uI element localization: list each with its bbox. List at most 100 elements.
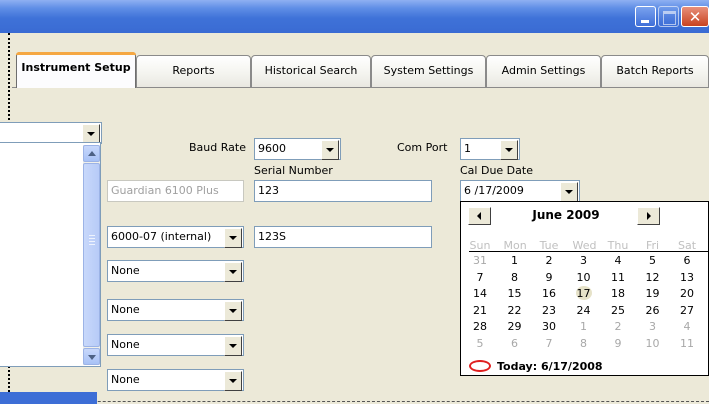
calendar-day[interactable]: 3	[573, 253, 595, 268]
scroll-down-icon[interactable]	[83, 348, 100, 365]
next-month-icon[interactable]	[637, 207, 660, 225]
calendar-day[interactable]: 11	[607, 270, 629, 285]
cal-due-date-value: 6 /17/2009	[464, 184, 524, 197]
calendar-day[interactable]: 9	[538, 270, 560, 285]
calendar-day[interactable]: 6	[676, 253, 698, 268]
calendar-day[interactable]: 4	[607, 253, 629, 268]
cal-due-date-picker[interactable]: 6 /17/2009	[460, 180, 580, 202]
chevron-down-icon[interactable]	[321, 140, 339, 160]
calendar-day[interactable]: 1	[504, 253, 526, 268]
sensor-type-select[interactable]: 6000-07 (internal)	[107, 226, 244, 248]
tab-reports[interactable]: Reports	[136, 55, 251, 87]
serial-number-label: Serial Number	[254, 164, 333, 177]
calendar-day[interactable]: 13	[676, 270, 698, 285]
calendar-day[interactable]: 27	[676, 303, 698, 318]
calendar-day[interactable]: 11	[676, 336, 698, 351]
tab-instrument-setup[interactable]: Instrument Setup	[16, 52, 136, 88]
today-label: Today: 6/17/2008	[497, 360, 603, 373]
prev-month-icon[interactable]	[468, 207, 491, 225]
calendar-day[interactable]: 2	[607, 319, 629, 334]
option-select-1[interactable]: None	[107, 260, 244, 282]
chevron-down-icon[interactable]	[224, 301, 242, 321]
calendar-day-grid: 31 1 2 3 4 5 6 7 8 9 10 11 12 13 14 15 16 17 18 19 20 21 22 23 2…	[469, 253, 709, 353]
calendar-day[interactable]: 12	[642, 270, 664, 285]
calendar-day[interactable]: 8	[573, 336, 595, 351]
option-select-3[interactable]: None	[107, 334, 244, 356]
weekday-label: Sun	[469, 239, 491, 252]
calendar-day[interactable]: 21	[469, 303, 491, 318]
calendar-day[interactable]: 3	[642, 319, 664, 334]
calendar-weekday-header: Sun Mon Tue Wed Thu Fri Sat	[469, 239, 709, 252]
baud-rate-value: 9600	[258, 142, 286, 155]
calendar-day[interactable]: 30	[538, 319, 560, 334]
chevron-down-icon[interactable]	[224, 262, 242, 282]
chevron-down-icon[interactable]	[224, 371, 242, 391]
option-select-2[interactable]: None	[107, 299, 244, 321]
calendar-day[interactable]: 16	[538, 286, 560, 301]
weekday-label: Mon	[503, 239, 527, 252]
calendar-day[interactable]: 7	[538, 336, 560, 351]
calendar-day[interactable]: 19	[642, 286, 664, 301]
selection-border-bottom	[8, 401, 709, 402]
calendar-day[interactable]: 7	[469, 270, 491, 285]
weekday-label: Thu	[607, 239, 629, 252]
calendar-popup[interactable]: June 2009 Sun Mon Tue Wed Thu Fri Sat 31 1 2 3 4 5 6…	[460, 201, 709, 376]
calendar-day[interactable]: 5	[642, 253, 664, 268]
maximize-icon[interactable]	[658, 6, 679, 27]
chevron-down-icon[interactable]	[224, 228, 242, 248]
tab-system-settings[interactable]: System Settings	[371, 55, 486, 87]
chevron-down-icon[interactable]	[500, 140, 518, 160]
sensor-serial-field[interactable]: 123S	[254, 226, 432, 248]
com-port-value: 1	[464, 142, 471, 155]
calendar-day[interactable]: 29	[504, 319, 526, 334]
calendar-day[interactable]: 6	[504, 336, 526, 351]
today-link[interactable]: Today: 6/17/2008	[469, 359, 699, 375]
calendar-day[interactable]: 10	[642, 336, 664, 351]
tab-batch-reports[interactable]: Batch Reports	[601, 55, 709, 87]
calendar-day[interactable]: 26	[642, 303, 664, 318]
calendar-day[interactable]: 4	[676, 319, 698, 334]
calendar-day[interactable]: 25	[607, 303, 629, 318]
chevron-down-icon[interactable]	[224, 336, 242, 356]
cal-due-date-label: Cal Due Date	[460, 164, 533, 177]
calendar-day[interactable]: 1	[573, 319, 595, 334]
baud-rate-select[interactable]: 9600	[254, 138, 341, 160]
calendar-day[interactable]: 2	[538, 253, 560, 268]
calendar-day[interactable]: 8	[504, 270, 526, 285]
tab-admin-settings[interactable]: Admin Settings	[486, 55, 601, 87]
status-strip	[0, 392, 97, 404]
calendar-month-title[interactable]: June 2009	[501, 208, 631, 222]
option-select-4[interactable]: None	[107, 369, 244, 391]
calendar-day[interactable]: 28	[469, 319, 491, 334]
calendar-day[interactable]: 31	[469, 253, 491, 268]
list-scrollbar[interactable]	[83, 145, 100, 365]
calendar-day[interactable]: 18	[607, 286, 629, 301]
calendar-day[interactable]: 15	[504, 286, 526, 301]
chevron-down-icon[interactable]	[82, 124, 100, 144]
calendar-day[interactable]: 17	[573, 286, 595, 301]
scroll-thumb[interactable]	[83, 163, 100, 347]
calendar-day[interactable]: 14	[469, 286, 491, 301]
tab-historical-search[interactable]: Historical Search	[251, 55, 371, 87]
chevron-down-icon[interactable]	[560, 182, 578, 202]
scroll-up-icon[interactable]	[83, 145, 100, 162]
calendar-day[interactable]: 22	[504, 303, 526, 318]
calendar-day[interactable]: 5	[469, 336, 491, 351]
calendar-day[interactable]: 10	[573, 270, 595, 285]
calendar-day[interactable]: 9	[607, 336, 629, 351]
baud-rate-label: Baud Rate	[189, 141, 246, 154]
weekday-label: Fri	[645, 239, 660, 252]
com-port-select[interactable]: 1	[460, 138, 520, 160]
close-icon: ✕	[688, 8, 702, 26]
com-port-label: Com Port	[397, 141, 448, 154]
today-circle-icon	[469, 360, 491, 372]
serial-number-field[interactable]: 123	[254, 180, 432, 202]
calendar-day[interactable]: 24	[573, 303, 595, 318]
minimize-icon[interactable]	[635, 6, 656, 27]
close-button[interactable]: ✕	[681, 6, 709, 27]
calendar-day[interactable]: 20	[676, 286, 698, 301]
instrument-select[interactable]	[0, 122, 102, 144]
title-bar: ✕	[0, 0, 709, 33]
weekday-label: Sat	[677, 239, 697, 252]
calendar-day[interactable]: 23	[538, 303, 560, 318]
